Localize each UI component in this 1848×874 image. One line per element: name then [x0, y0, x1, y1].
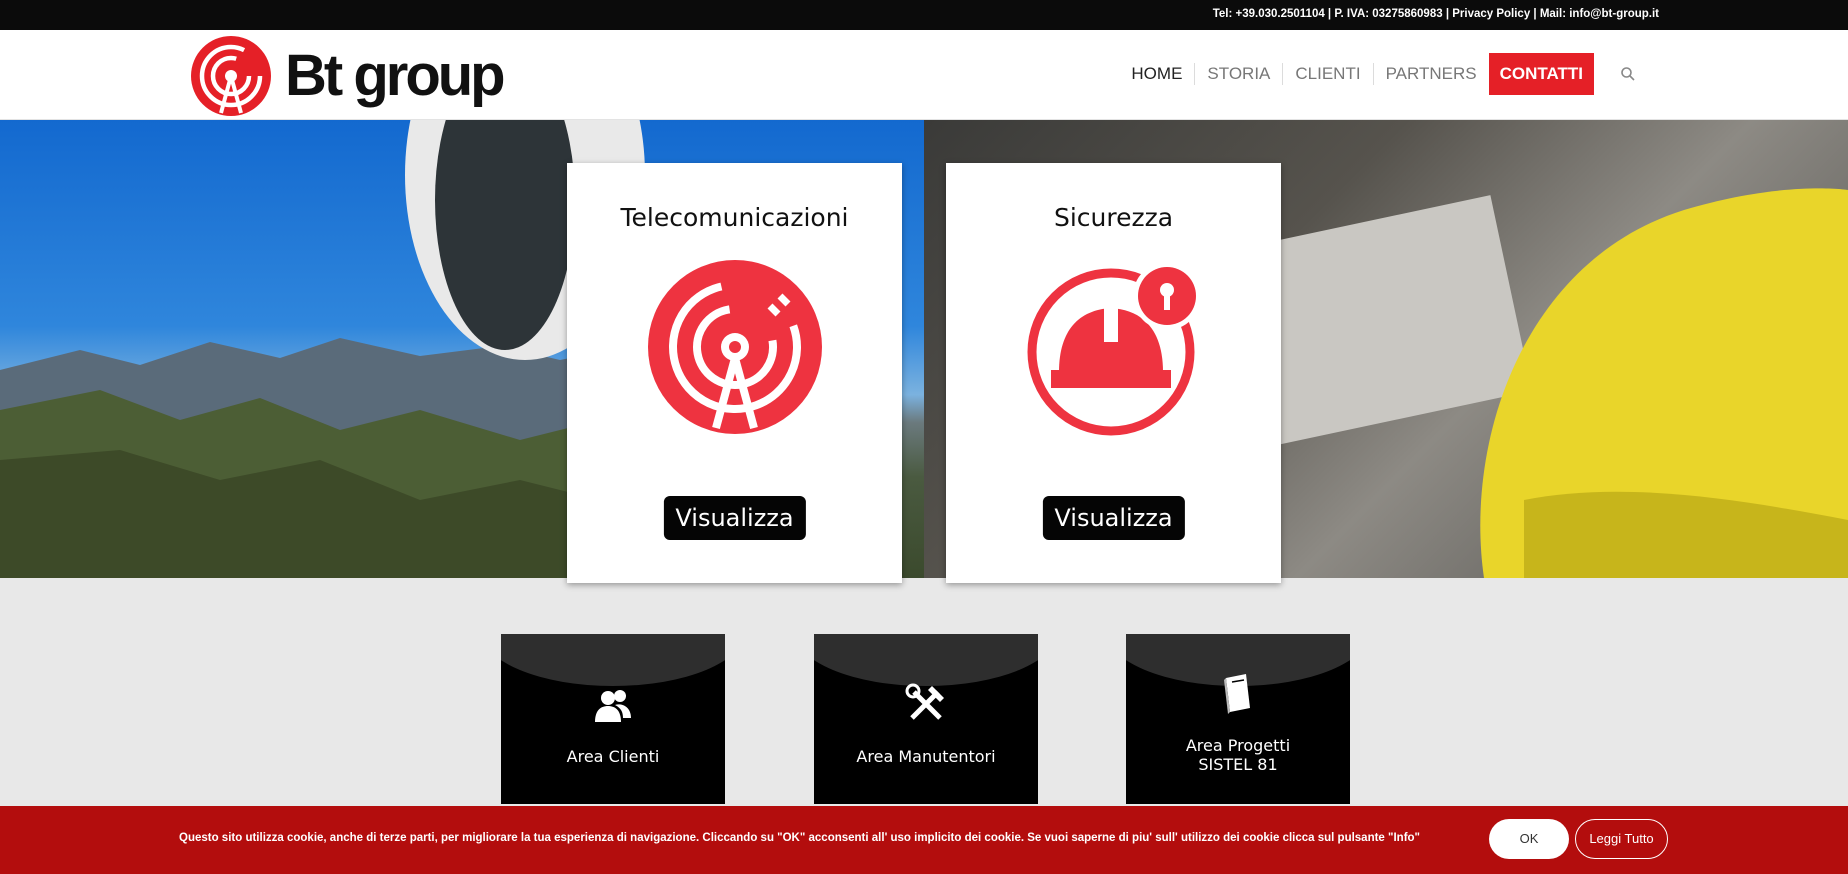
- area-manutentori-tile[interactable]: Area Manutentori: [814, 634, 1038, 804]
- hero-banner: [0, 120, 1848, 578]
- users-icon: [595, 690, 631, 722]
- card-title: Sicurezza: [1053, 203, 1174, 232]
- area-label-line1: Area Progetti: [1185, 736, 1291, 755]
- book-icon: [1224, 674, 1250, 714]
- area-progetti-tile[interactable]: Area Progetti SISTEL 81: [1126, 634, 1350, 804]
- nav-item-clienti[interactable]: CLIENTI: [1282, 63, 1372, 85]
- main-nav: HOME STORIA CLIENTI PARTNERS CONTATTI: [1119, 52, 1636, 96]
- tile-cap: [501, 634, 725, 686]
- card-title: Telecomunicazioni: [620, 203, 849, 232]
- contact-info[interactable]: Tel: +39.030.2501104 | P. IVA: 032758609…: [1213, 8, 1659, 20]
- cookie-ok-button[interactable]: OK: [1489, 819, 1569, 859]
- helmet-lock-icon[interactable]: [1025, 258, 1203, 436]
- visualizza-button[interactable]: Visualizza: [1042, 496, 1185, 540]
- nav-item-storia[interactable]: STORIA: [1194, 63, 1282, 85]
- visualizza-button[interactable]: Visualizza: [663, 496, 806, 540]
- nav-item-partners[interactable]: PARTNERS: [1372, 63, 1489, 85]
- area-clienti-tile[interactable]: Area Clienti: [501, 634, 725, 804]
- nav-item-contatti[interactable]: CONTATTI: [1488, 53, 1594, 95]
- top-info-bar: Tel: +39.030.2501104 | P. IVA: 032758609…: [0, 0, 1848, 30]
- area-label: Area Clienti: [566, 747, 660, 766]
- search-icon[interactable]: [1620, 66, 1636, 82]
- antenna-icon[interactable]: [646, 258, 824, 436]
- logo-wordmark: Bt group: [285, 43, 506, 108]
- cookie-read-more-button[interactable]: Leggi Tutto: [1575, 819, 1668, 859]
- area-label-line2: SISTEL 81: [1198, 755, 1278, 774]
- logo[interactable]: Bt group: [190, 34, 535, 118]
- area-label: Area Manutentori: [856, 747, 996, 766]
- cookie-banner: Questo sito utilizza cookie, anche di te…: [0, 806, 1848, 874]
- tools-icon: [905, 683, 944, 720]
- card-sicurezza: Sicurezza Visualizza: [946, 163, 1281, 583]
- nav-item-home[interactable]: HOME: [1119, 63, 1194, 85]
- logo-icon: [191, 36, 271, 116]
- site-header: Bt group HOME STORIA CLIENTI PARTNERS CO…: [0, 30, 1848, 120]
- tile-cap: [814, 634, 1038, 686]
- card-telecomunicazioni: Telecomunicazioni Visualizza: [567, 163, 902, 583]
- cookie-message: Questo sito utilizza cookie, anche di te…: [179, 832, 1421, 844]
